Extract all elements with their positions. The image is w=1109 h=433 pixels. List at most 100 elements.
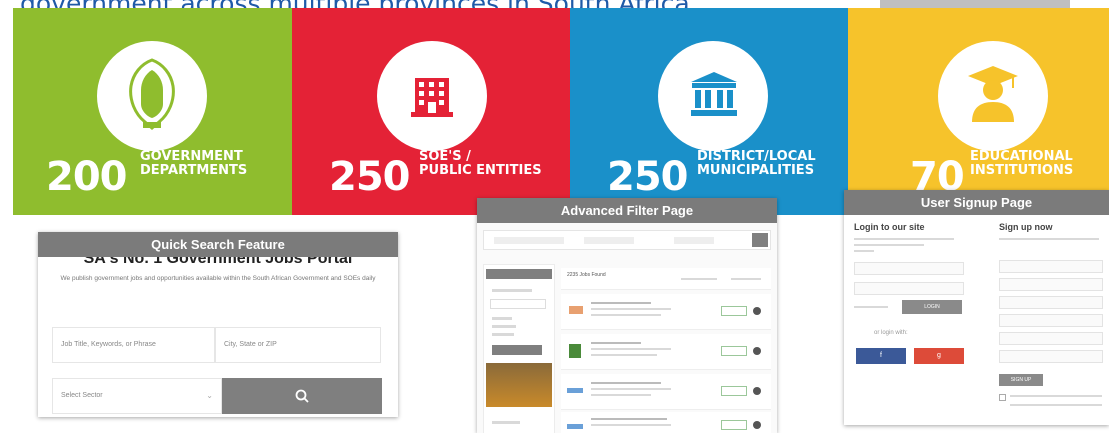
terms-text [1010,395,1102,397]
filter-line [492,333,514,336]
quick-search-panel: SA's No. 1 Government Jobs Portal We pub… [38,232,398,417]
job-title [591,418,667,420]
advanced-filter-caption: Advanced Filter Page [477,198,777,223]
signup-title: Sign up now [999,222,1053,232]
signup-panel: Login to our site LOGIN or login with: f… [844,190,1109,425]
last-name-input[interactable] [999,278,1103,291]
stat-label-line2: DEPARTMENTS [140,163,248,178]
or-login-with: or login with: [874,330,908,336]
signup-button[interactable]: SIGN UP [999,374,1043,386]
location-input[interactable]: City, State or ZIP [215,327,381,363]
bookmark-icon[interactable] [753,421,761,429]
stat-label-line1: EDUCATIONAL [970,149,1073,164]
login-title: Login to our site [854,222,925,232]
filter-location-field[interactable] [584,237,634,244]
email-input[interactable] [999,314,1103,327]
bookmark-icon[interactable] [753,347,761,355]
apply-button[interactable] [721,306,747,316]
job-meta [591,354,657,356]
stat-tile-government: 200 GOVERNMENT DEPARTMENTS [13,8,292,215]
stats-banner: 200 GOVERNMENT DEPARTMENTS 250 SOE'S / P… [13,8,1109,215]
coat-of-arms-icon [129,58,175,130]
stat-tile-education: 70 EDUCATIONAL INSTITUTIONS [848,8,1109,215]
filter-searchbar [483,230,771,250]
stat-label: DISTRICT/LOCAL MUNICIPALITIES [697,150,816,178]
results-title: 2235 Jobs Found [567,272,606,278]
job-meta [591,424,671,426]
advanced-filter-panel: 2235 Jobs Found [477,198,777,433]
result-row[interactable] [561,374,771,410]
stat-tile-municipalities: 250 DISTRICT/LOCAL MUNICIPALITIES [570,8,848,215]
results-perpage[interactable] [731,278,761,280]
bookmark-icon[interactable] [753,387,761,395]
company-logo [569,344,581,358]
filter-keyword-field[interactable] [494,237,564,244]
apply-button[interactable] [721,346,747,356]
stat-label-line2: PUBLIC ENTITIES [419,163,542,178]
first-name-input[interactable] [999,260,1103,273]
quick-search-caption: Quick Search Feature [38,232,398,257]
result-row[interactable] [561,412,771,433]
login-button[interactable]: LOGIN [902,300,962,314]
filter-ad-banner [486,363,552,407]
job-title [591,342,641,344]
bookmark-icon[interactable] [753,307,761,315]
stat-number: 250 [607,154,688,200]
filter-line [492,317,512,320]
stat-label-line1: GOVERNMENT [140,149,243,164]
signup-caption: User Signup Page [844,190,1109,215]
filter-sector-field[interactable] [674,237,714,244]
login-desc [854,250,874,252]
username-signup-input[interactable] [999,296,1103,309]
apply-button[interactable] [721,420,747,430]
confirm-password-input[interactable] [999,350,1103,363]
result-row[interactable] [561,334,771,370]
stat-label: EDUCATIONAL INSTITUTIONS [970,150,1073,178]
sector-select[interactable]: Select Sector ⌄ [52,378,222,414]
filter-line [492,421,520,424]
stat-label-line2: MUNICIPALITIES [697,163,815,178]
filter-line [492,289,532,292]
company-logo [569,306,583,314]
keywords-input[interactable]: Job Title, Keywords, or Phrase [52,327,215,363]
columns-icon [691,72,737,116]
company-logo [567,388,583,393]
signup-desc [999,238,1099,240]
stat-label: GOVERNMENT DEPARTMENTS [140,150,247,178]
password-input[interactable] [854,282,964,295]
filter-search-button[interactable] [752,233,768,247]
stat-label-line1: DISTRICT/LOCAL [697,149,816,164]
filter-apply-button[interactable] [492,345,542,355]
facebook-login-button[interactable]: f [856,348,906,364]
login-desc [854,238,954,240]
terms-checkbox[interactable] [999,394,1006,401]
graduate-icon [968,66,1018,122]
results-sort[interactable] [681,278,717,280]
login-desc [854,244,924,246]
search-button[interactable] [222,378,382,414]
filter-line [492,325,516,328]
filter-select[interactable] [490,299,546,309]
terms-text [1010,404,1102,406]
company-logo [567,424,583,429]
forgot-password-link[interactable] [854,306,888,308]
username-input[interactable] [854,262,964,275]
signup-password-input[interactable] [999,332,1103,345]
stat-label-line1: SOE'S / [419,149,471,164]
apply-button[interactable] [721,386,747,396]
stat-number: 250 [329,154,410,200]
google-login-button[interactable]: g [914,348,964,364]
top-right-fragment [880,0,1070,8]
job-meta [591,314,661,316]
stat-label-line2: INSTITUTIONS [970,163,1074,178]
job-title [591,382,661,384]
search-icon [295,389,309,403]
stat-tile-soe: 250 SOE'S / PUBLIC ENTITIES [292,8,570,215]
result-row[interactable] [561,294,771,330]
stat-number: 200 [46,154,127,200]
job-meta [591,348,671,350]
building-icon [411,78,453,117]
page: government across multiple provinces in … [0,0,1109,433]
job-meta [591,388,671,390]
job-meta [591,308,671,310]
